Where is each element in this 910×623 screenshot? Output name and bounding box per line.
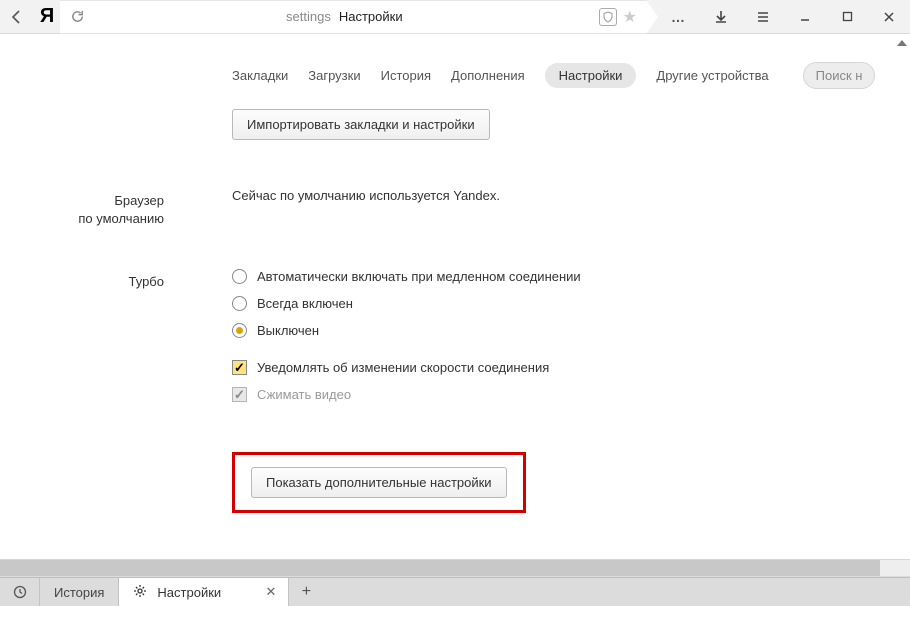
checkbox-checked-disabled-icon: ✓	[232, 387, 247, 402]
settings-search-input[interactable]: Поиск н	[803, 62, 876, 89]
recently-closed-icon[interactable]	[0, 578, 40, 606]
turbo-option-always[interactable]: Всегда включен	[232, 296, 581, 311]
window-minimize-button[interactable]	[784, 0, 826, 34]
background-tab-history[interactable]: История	[40, 578, 119, 606]
highlight-annotation: Показать дополнительные настройки	[232, 452, 526, 513]
tab-addons[interactable]: Дополнения	[451, 68, 525, 83]
scroll-up-icon[interactable]	[897, 40, 907, 46]
bookmark-star-icon[interactable]: ★	[623, 7, 637, 27]
page-viewport: Закладки Загрузки История Дополнения Нас…	[0, 34, 910, 577]
radio-selected-icon	[232, 323, 247, 338]
tab-history[interactable]: История	[381, 68, 431, 83]
horizontal-scrollbar[interactable]	[0, 559, 910, 576]
yandex-logo-icon[interactable]: Я	[34, 5, 60, 28]
url-segment-title: Настройки	[339, 9, 403, 24]
url-segment-key: settings	[286, 9, 331, 24]
scrollbar-thumb[interactable]	[0, 560, 880, 576]
default-browser-status: Сейчас по умолчанию используется Yandex.	[232, 188, 500, 227]
omnibox-chevron-divider	[646, 0, 658, 34]
reload-icon[interactable]	[70, 9, 85, 27]
checkbox-checked-icon: ✓	[232, 360, 247, 375]
show-advanced-settings-button[interactable]: Показать дополнительные настройки	[251, 467, 507, 498]
back-button[interactable]	[0, 0, 34, 34]
hamburger-menu-button[interactable]	[742, 0, 784, 34]
tab-other-devices[interactable]: Другие устройства	[656, 68, 768, 83]
turbo-label: Турбо	[0, 269, 180, 414]
settings-nav: Закладки Загрузки История Дополнения Нас…	[0, 34, 910, 109]
turbo-option-auto[interactable]: Автоматически включать при медленном сое…	[232, 269, 581, 284]
browser-tabstrip: История Настройки ✕ +	[0, 577, 910, 606]
tab-title: История	[54, 585, 104, 600]
gear-icon	[133, 584, 147, 601]
protect-icon[interactable]	[599, 8, 617, 26]
default-browser-label: Браузер по умолчанию	[0, 188, 180, 227]
browser-titlebar: Я settings Настройки ★ …	[0, 0, 910, 34]
new-tab-button[interactable]: +	[289, 578, 323, 606]
tab-title: Настройки	[157, 585, 251, 600]
radio-icon	[232, 269, 247, 284]
window-close-button[interactable]	[868, 0, 910, 34]
active-tab-settings[interactable]: Настройки ✕	[119, 578, 289, 606]
import-bookmarks-button[interactable]: Импортировать закладки и настройки	[232, 109, 490, 140]
more-menu-button[interactable]: …	[658, 0, 700, 34]
window-maximize-button[interactable]	[826, 0, 868, 34]
radio-icon	[232, 296, 247, 311]
turbo-option-off[interactable]: Выключен	[232, 323, 581, 338]
tab-bookmarks[interactable]: Закладки	[232, 68, 288, 83]
tab-close-icon[interactable]: ✕	[262, 584, 281, 600]
downloads-button[interactable]	[700, 0, 742, 34]
omnibox[interactable]: settings Настройки ★	[60, 0, 647, 34]
turbo-option-compress: ✓ Сжимать видео	[232, 387, 581, 402]
tab-downloads[interactable]: Загрузки	[308, 68, 360, 83]
tab-settings[interactable]: Настройки	[545, 63, 637, 88]
turbo-option-notify[interactable]: ✓ Уведомлять об изменении скорости соеди…	[232, 360, 581, 375]
